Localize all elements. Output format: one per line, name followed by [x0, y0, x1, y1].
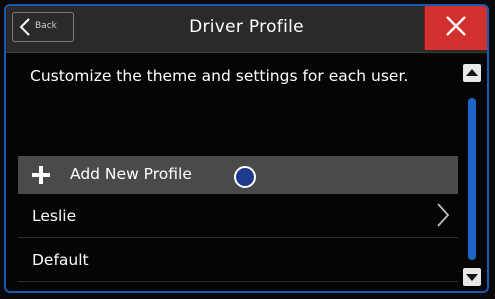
profile-item-default[interactable]: Default	[18, 238, 458, 282]
add-new-profile-button[interactable]: Add New Profile	[18, 156, 458, 194]
profile-item-label: Default	[32, 251, 89, 269]
header-bar: Back Driver Profile	[6, 6, 487, 53]
scrollbar-thumb[interactable]	[468, 98, 476, 260]
screen-frame: Back Driver Profile Customize the theme …	[4, 4, 489, 293]
page-title: Driver Profile	[189, 17, 304, 37]
touch-indicator	[234, 166, 256, 188]
close-icon	[446, 16, 466, 36]
chevron-right-icon	[437, 203, 450, 227]
scroll-up-button[interactable]	[463, 64, 481, 82]
profile-item-leslie[interactable]: Leslie	[18, 194, 458, 238]
scroll-down-button[interactable]	[463, 268, 481, 286]
profile-item-label: Leslie	[32, 207, 77, 225]
scrollbar-track[interactable]	[468, 98, 476, 260]
add-new-profile-label: Add New Profile	[70, 165, 192, 183]
plus-icon	[32, 166, 50, 184]
close-button[interactable]	[424, 6, 487, 50]
description-text: Customize the theme and settings for eac…	[30, 67, 409, 85]
